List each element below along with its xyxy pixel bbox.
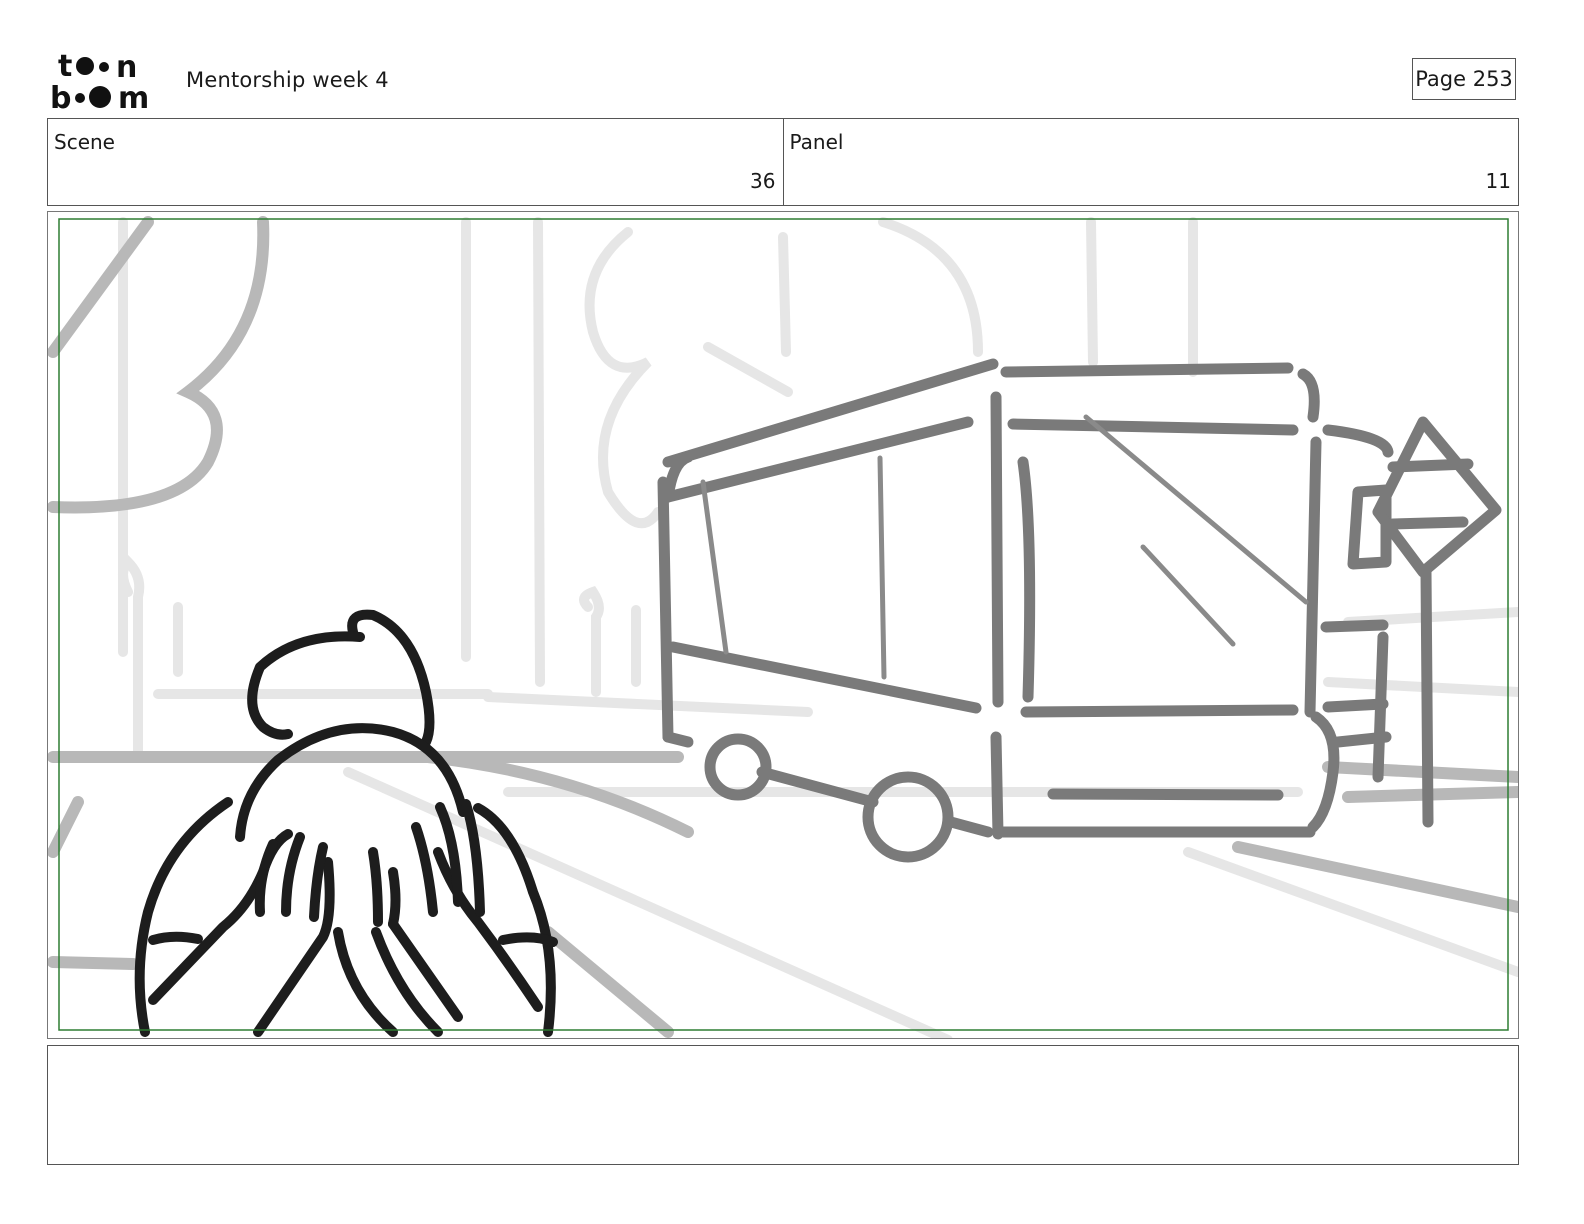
scene-panel-info: Scene 36 Panel 11 xyxy=(47,118,1519,206)
scene-cell: Scene 36 xyxy=(48,119,783,205)
page-number: Page 253 xyxy=(1412,58,1516,100)
document-title: Mentorship week 4 xyxy=(186,68,389,92)
svg-text:n: n xyxy=(116,50,137,85)
scene-label: Scene xyxy=(54,130,115,154)
svg-text:m: m xyxy=(118,81,149,112)
panel-notes xyxy=(47,1045,1519,1165)
svg-text:t: t xyxy=(58,50,72,84)
toon-boom-logo: t n b m xyxy=(50,49,165,116)
storyboard-panel xyxy=(47,211,1519,1039)
sketch-drawing xyxy=(48,216,1518,1038)
panel-cell: Panel 11 xyxy=(782,119,1519,205)
scene-number: 36 xyxy=(750,169,776,193)
panel-label: Panel xyxy=(789,130,844,154)
panel-number: 11 xyxy=(1485,169,1511,193)
svg-text:b: b xyxy=(50,81,71,112)
